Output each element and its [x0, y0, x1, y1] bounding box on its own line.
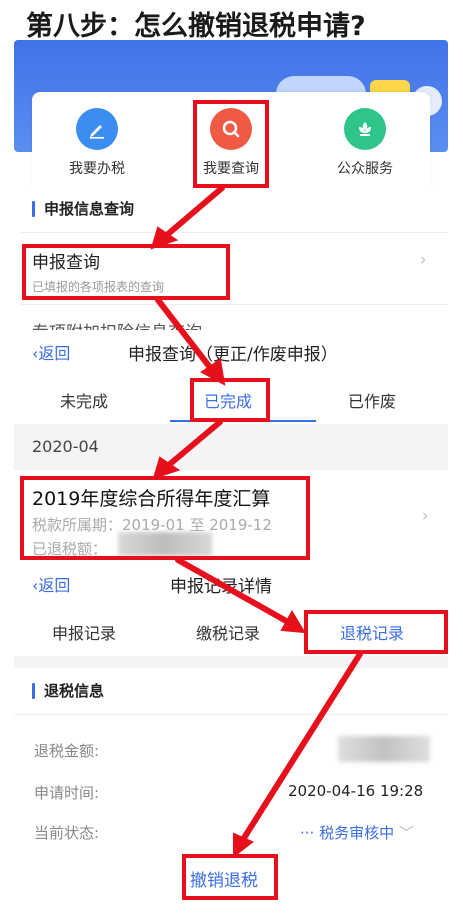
- month-label: 2020-04: [32, 437, 99, 456]
- status-label: 当前状态:: [34, 824, 100, 842]
- highlight-refund-tab: [304, 610, 448, 654]
- back-button[interactable]: ‹返回: [32, 572, 70, 596]
- section-accent-bar: [32, 683, 35, 699]
- flower-icon: [344, 108, 386, 150]
- chevron-right-icon: ›: [420, 250, 427, 269]
- page-title: 第八步：怎么撤销退税申请?: [26, 11, 366, 42]
- pencil-icon: [76, 108, 118, 150]
- section-accent-bar: [32, 201, 35, 217]
- service-label: 我要办税: [69, 161, 125, 177]
- service-tax-button[interactable]: 我要办税: [42, 108, 152, 178]
- tab-payment-record[interactable]: 缴税记录: [196, 620, 260, 644]
- refund-amount-label: 退税金额:: [34, 742, 100, 760]
- refund-info-header: 退税信息: [14, 668, 448, 715]
- section-title: 申报信息查询: [44, 200, 135, 218]
- chevron-down-icon: ﹀: [398, 824, 414, 842]
- highlight-annual-record: [20, 476, 310, 560]
- arrow-head: [233, 832, 254, 859]
- navbar-title: 申报查询（更正/作废申报）: [128, 345, 338, 365]
- tab-unfinished[interactable]: 未完成: [60, 388, 108, 412]
- apply-time-label: 申请时间:: [34, 784, 100, 802]
- back-button[interactable]: ‹返回: [32, 340, 70, 364]
- report-section-header: 申报信息查询: [20, 186, 448, 233]
- month-group-header: 2020-04: [14, 424, 448, 470]
- highlight-report-query: [22, 244, 230, 300]
- highlight-query-service: [193, 100, 269, 188]
- navbar-title: 申报记录详情: [170, 577, 272, 597]
- back-label: 返回: [38, 576, 71, 595]
- status-text: ··· 税务审核中: [300, 824, 395, 842]
- apply-time-value: 2020-04-16 19:28: [288, 782, 424, 800]
- section-divider: [14, 656, 448, 668]
- chevron-right-icon: ›: [422, 506, 429, 525]
- highlight-cancel-refund: [182, 854, 278, 900]
- record-detail-navbar: ‹返回 申报记录详情: [14, 562, 448, 606]
- report-query-navbar: ‹返回 申报查询（更正/作废申报）: [14, 330, 448, 374]
- redacted-amount: [338, 736, 430, 762]
- section-title: 退税信息: [44, 682, 105, 700]
- highlight-completed-tab: [190, 378, 270, 422]
- tab-declaration-record[interactable]: 申报记录: [52, 620, 116, 644]
- service-public-button[interactable]: 公众服务: [310, 108, 420, 178]
- back-label: 返回: [38, 344, 71, 363]
- tab-voided[interactable]: 已作废: [348, 388, 396, 412]
- status-value[interactable]: ··· 税务审核中 ﹀: [300, 822, 414, 843]
- service-label: 公众服务: [337, 161, 393, 177]
